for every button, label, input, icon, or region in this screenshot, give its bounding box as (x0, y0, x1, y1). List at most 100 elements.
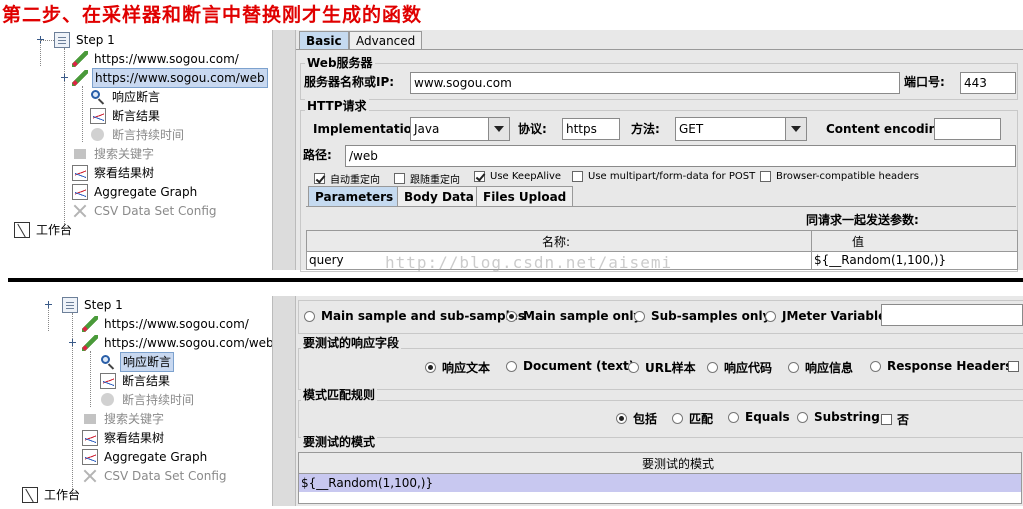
param-value-cell[interactable]: ${__Random(1,100,)} (814, 252, 946, 268)
tree-node-assertion-results[interactable]: 断言结果 (100, 372, 172, 390)
keyword-icon (82, 411, 98, 427)
pattern-row[interactable]: ${__Random(1,100,)} (299, 474, 1021, 492)
tree-node-search-keyword[interactable]: 搜索关键字 (72, 145, 156, 163)
tree-node-workbench[interactable]: 工作台 (22, 486, 82, 504)
patterns-table: 要测试的模式 ${__Random(1,100,)} (298, 452, 1022, 504)
radio-sub-only[interactable]: Sub-samples only (634, 309, 770, 323)
aggregate-graph-icon (82, 449, 98, 465)
workbench-icon (14, 222, 30, 238)
col-header-value: 值 (852, 235, 865, 249)
pattern-rule-title: 模式匹配规则 (301, 388, 378, 402)
tab-parameters[interactable]: Parameters (308, 186, 401, 206)
tab-advanced[interactable]: Advanced (349, 31, 423, 49)
radio-equals[interactable]: Equals (728, 410, 790, 424)
sampler-icon (72, 70, 88, 86)
radio-main-and-sub[interactable]: Main sample and sub-samples (304, 309, 525, 323)
tree-node-sogou-web[interactable]: https://www.sogou.com/web (72, 68, 268, 88)
tree-node-csv-config[interactable]: CSV Data Set Config (72, 202, 219, 220)
tree-node-search-keyword[interactable]: 搜索关键字 (82, 410, 166, 428)
encoding-label: Content encoding: (826, 122, 951, 136)
port-input[interactable]: 443 (960, 72, 1016, 94)
tree-node-step[interactable]: Step 1 (54, 31, 117, 49)
radio-document-text[interactable]: Document (text) (506, 359, 634, 373)
server-label: 服务器名称或IP: (304, 75, 395, 89)
radio-substring[interactable]: Substring (797, 410, 880, 424)
aggregate-graph-icon (72, 184, 88, 200)
sampler-icon (72, 51, 88, 67)
results-tree-icon (72, 165, 88, 181)
tree-node-response-assertion[interactable]: 响应断言 (100, 352, 175, 372)
chevron-down-icon (785, 118, 806, 140)
tree-node-sogou-root[interactable]: https://www.sogou.com/ (72, 50, 241, 68)
col-header-name: 名称: (542, 235, 571, 249)
implementation-select[interactable]: Java (410, 117, 510, 141)
method-label: 方法: (631, 122, 660, 136)
tree-node-assertion-results[interactable]: 断言结果 (90, 107, 162, 125)
tree-node-workbench[interactable]: 工作台 (14, 221, 74, 239)
tab-files-upload[interactable]: Files Upload (476, 186, 574, 206)
params-caption: 同请求一起发送参数: (806, 213, 919, 227)
radio-main-only[interactable]: Main sample only (506, 309, 641, 323)
radio-url-sample[interactable]: URL样本 (628, 359, 696, 376)
tree-node-csv-config[interactable]: CSV Data Set Config (82, 467, 229, 485)
pattern-value-cell[interactable]: ${__Random(1,100,)} (301, 475, 433, 491)
tree-node-sogou-web[interactable]: https://www.sogou.com/web (82, 334, 276, 352)
splitter-top[interactable] (272, 30, 296, 270)
multipart-checkbox[interactable]: Use multipart/form-data for POST (572, 171, 755, 182)
encoding-input[interactable] (934, 118, 1001, 140)
radio-matches[interactable]: 匹配 (672, 410, 713, 427)
ignore-status-checkbox[interactable] (1008, 361, 1023, 372)
tree-node-view-results-tree[interactable]: 察看结果树 (72, 164, 156, 182)
tree-node-duration-assertion[interactable]: 断言持续时间 (100, 391, 196, 409)
follow-redirects-auto-checkbox[interactable]: 自动重定向 (314, 171, 380, 186)
watermark: http://blog.csdn.net/aisemi (385, 253, 673, 272)
results-graph-icon (100, 373, 116, 389)
tab-body-data[interactable]: Body Data (397, 186, 481, 206)
tab-basic[interactable]: Basic (299, 31, 349, 49)
pattern-rule-group (298, 400, 1023, 438)
http-sampler-panel: Basic Advanced Web服务器 服务器名称或IP: www.sogo… (296, 30, 1023, 272)
radio-contains[interactable]: 包括 (616, 410, 657, 427)
follow-redirects-checkbox[interactable]: 跟随重定向 (394, 171, 460, 186)
tree-node-aggregate-graph[interactable]: Aggregate Graph (72, 183, 199, 201)
test-plan-tree-bottom: Step 1 https://www.sogou.com/ https://ww… (0, 293, 274, 509)
method-select[interactable]: GET (675, 117, 807, 141)
tree-node-aggregate-graph[interactable]: Aggregate Graph (82, 448, 209, 466)
tree-node-step[interactable]: Step 1 (62, 296, 125, 314)
thread-group-icon (62, 297, 78, 313)
protocol-input[interactable]: https (562, 118, 620, 140)
response-assertion-panel: Main sample and sub-samples Main sample … (296, 296, 1023, 506)
sampler-icon (82, 316, 98, 332)
path-input[interactable]: /web (345, 145, 1016, 167)
browser-headers-checkbox[interactable]: Browser-compatible headers (760, 171, 919, 182)
radio-response-text[interactable]: 响应文本 (425, 359, 490, 376)
radio-response-code[interactable]: 响应代码 (707, 359, 772, 376)
patterns-title: 要测试的模式 (301, 435, 378, 449)
assertion-magnifier-icon (100, 354, 116, 370)
heading: 第二步、在采样器和断言中替换刚才生成的函数 (2, 4, 423, 26)
not-checkbox[interactable]: 否 (881, 411, 909, 428)
duration-assertion-icon (100, 392, 116, 408)
section-separator (8, 278, 1023, 282)
radio-response-headers[interactable]: Response Headers (870, 359, 1012, 373)
sampler-icon (82, 335, 98, 351)
results-graph-icon (90, 108, 106, 124)
chevron-down-icon (488, 118, 509, 140)
workbench-icon (22, 487, 38, 503)
server-input[interactable]: www.sogou.com (410, 72, 900, 94)
tree-node-response-assertion[interactable]: 响应断言 (90, 88, 162, 106)
tree-node-view-results-tree[interactable]: 察看结果树 (82, 429, 166, 447)
keepalive-checkbox[interactable]: Use KeepAlive (474, 171, 561, 182)
splitter-bottom[interactable] (272, 296, 296, 506)
jmeter-variable-input[interactable] (881, 304, 1023, 326)
tree-node-sogou-root[interactable]: https://www.sogou.com/ (82, 315, 251, 333)
radio-response-message[interactable]: 响应信息 (788, 359, 853, 376)
radio-jmeter-variable[interactable]: JMeter Variable (765, 309, 886, 323)
tree-node-duration-assertion[interactable]: 断言持续时间 (90, 126, 186, 144)
keyword-icon (72, 146, 88, 162)
path-label: 路径: (303, 148, 332, 162)
param-name-cell[interactable]: query (309, 252, 344, 268)
test-plan-tree-top: Step 1 https://www.sogou.com/ https://ww… (0, 28, 272, 276)
http-request-title: HTTP请求 (305, 99, 369, 113)
web-server-title: Web服务器 (305, 56, 375, 70)
